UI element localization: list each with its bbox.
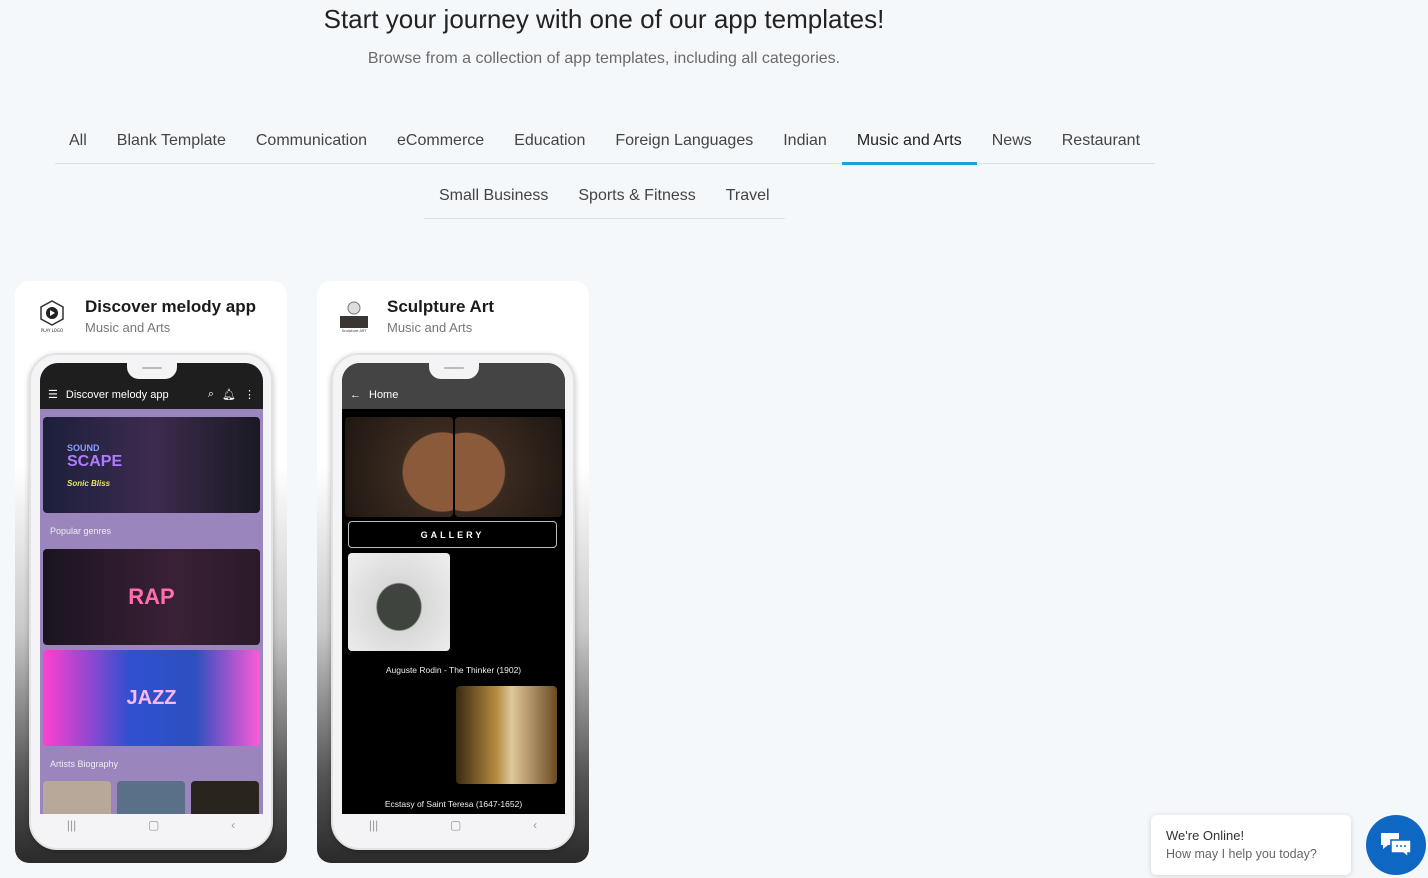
caption-thinker: Auguste Rodin - The Thinker (1902) (385, 665, 522, 675)
chat-icon (1381, 833, 1412, 859)
recents-icon: ||| (368, 818, 379, 832)
back-icon: ‹ (533, 818, 538, 832)
sculpture-logo-icon: Sculpture ART (337, 299, 371, 333)
home-icon: ▢ (450, 818, 462, 832)
tab-sports-fitness[interactable]: Sports & Fitness (563, 173, 710, 218)
recents-icon: ||| (66, 818, 77, 832)
template-category: Music and Arts (85, 320, 171, 335)
template-card-sculpture-art[interactable]: Sculpture ART Sculpture Art Music and Ar… (317, 281, 589, 863)
search-icon: ⌕ (207, 388, 215, 400)
section-artists-biography: Artists Biography (50, 759, 119, 769)
phone-nav-bar: ||| ▢ ‹ (31, 812, 271, 838)
more-icon: ⋮ (244, 389, 255, 401)
category-tabs-row-2: Small Business Sports & Fitness Travel (424, 173, 785, 219)
phone-notch (429, 363, 479, 379)
tab-education[interactable]: Education (499, 118, 600, 163)
mask-image-right (455, 417, 562, 517)
phone-screen: ← Home GALLERY Auguste Rodin - The Think… (342, 363, 565, 814)
template-name: Discover melody app (85, 297, 257, 316)
template-card-discover-melody[interactable]: PLAY LOGO Discover melody app Music and … (15, 281, 287, 863)
back-arrow-icon[interactable]: ← (350, 389, 361, 401)
phone-screen: ☰ Discover melody app ⌕ 🔔︎ ⋮ SOUND SCAPE… (40, 363, 263, 814)
mask-image-left (345, 417, 453, 517)
template-name: Sculpture Art (387, 297, 495, 316)
tab-small-business[interactable]: Small Business (424, 173, 563, 218)
app-bar-title: Discover melody app (65, 389, 169, 401)
genre-rap[interactable]: RAP (43, 549, 260, 645)
tab-communication[interactable]: Communication (241, 118, 382, 163)
tab-travel[interactable]: Travel (711, 173, 785, 218)
tab-ecommerce[interactable]: eCommerce (382, 118, 499, 163)
genre-jazz[interactable]: JAZZ (43, 650, 260, 746)
artist-thumb[interactable] (191, 781, 259, 814)
svg-text:Sculpture ART: Sculpture ART (342, 329, 367, 333)
home-icon: ▢ (148, 818, 160, 832)
tab-news[interactable]: News (977, 118, 1047, 163)
chat-message: How may I help you today? (1166, 847, 1317, 861)
tab-blank-template[interactable]: Blank Template (102, 118, 241, 163)
caption-saint-teresa: Ecstasy of Saint Teresa (1647-1652) (384, 799, 523, 809)
menu-icon: ☰ (48, 389, 58, 401)
page-title: Start your journey with one of our app t… (323, 4, 885, 34)
play-logo-icon: PLAY LOGO (35, 299, 69, 333)
section-popular-genres: Popular genres (50, 526, 112, 536)
phone-mockup: ☰ Discover melody app ⌕ 🔔︎ ⋮ SOUND SCAPE… (29, 353, 273, 850)
artist-thumb[interactable] (117, 781, 185, 814)
tab-all[interactable]: All (55, 118, 102, 163)
phone-notch (127, 363, 177, 379)
template-category: Music and Arts (387, 320, 473, 335)
tab-foreign-languages[interactable]: Foreign Languages (600, 118, 768, 163)
chat-greeting[interactable]: We're Online! How may I help you today? (1151, 815, 1351, 875)
svg-text:PLAY LOGO: PLAY LOGO (41, 328, 63, 333)
gallery-button[interactable]: GALLERY (348, 521, 557, 548)
thinker-image[interactable] (348, 553, 450, 651)
banner-script: Sonic Bliss (67, 478, 111, 488)
app-bar-title: Home (369, 389, 399, 401)
chat-button[interactable] (1366, 815, 1426, 875)
category-tabs-row-1: All Blank Template Communication eCommer… (55, 118, 1155, 165)
back-icon: ‹ (231, 818, 236, 832)
saint-teresa-image[interactable] (456, 686, 557, 784)
artist-thumb[interactable] (43, 781, 111, 814)
chat-title: We're Online! (1166, 828, 1245, 843)
page-subtitle: Browse from a collection of app template… (367, 50, 841, 67)
bell-icon: 🔔︎ (222, 389, 236, 401)
tab-music-and-arts[interactable]: Music and Arts (841, 118, 977, 165)
phone-nav-bar: ||| ▢ ‹ (333, 812, 573, 838)
tab-indian[interactable]: Indian (768, 118, 842, 163)
banner-title-2: SCAPE (67, 452, 123, 470)
banner-title-1: SOUND (67, 442, 100, 453)
soundscape-banner: SOUND SCAPE Sonic Bliss (43, 417, 260, 513)
tab-restaurant[interactable]: Restaurant (1047, 118, 1155, 163)
phone-mockup: ← Home GALLERY Auguste Rodin - The Think… (331, 353, 575, 850)
